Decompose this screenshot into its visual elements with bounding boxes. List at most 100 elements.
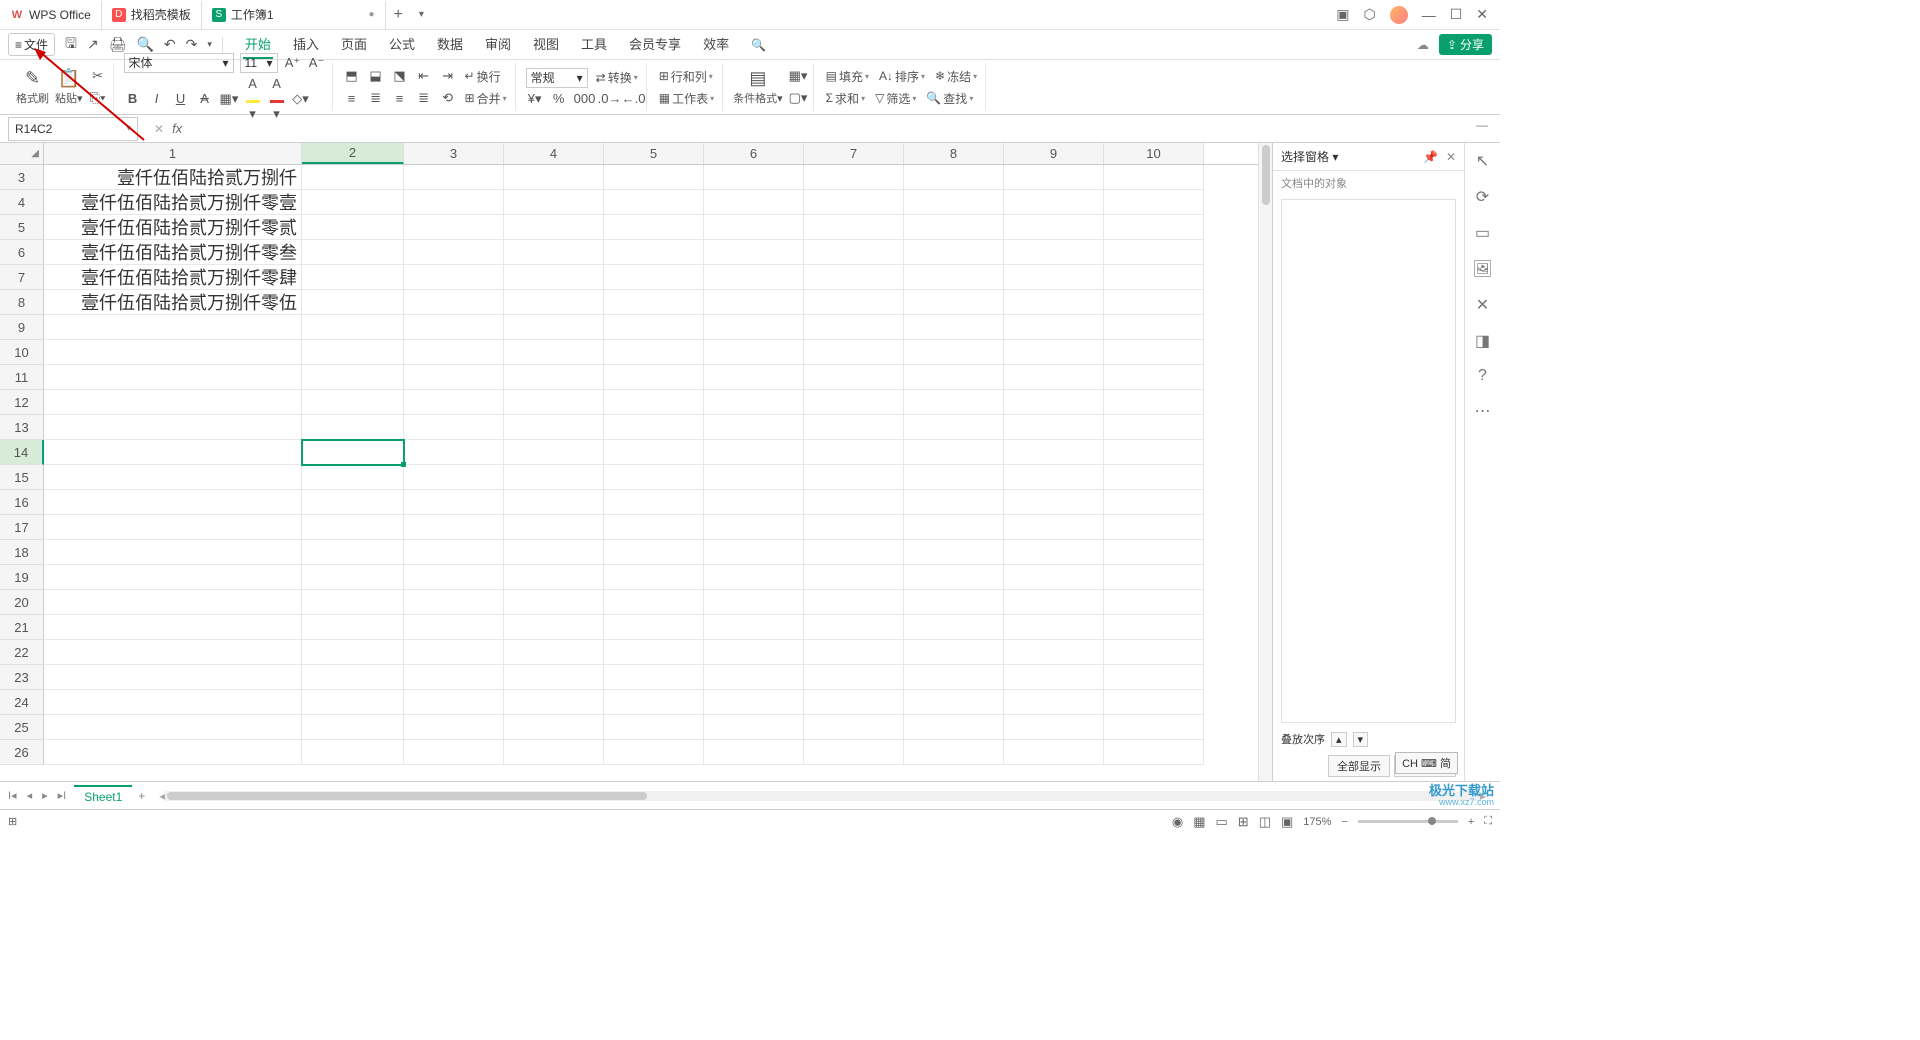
- cell[interactable]: [804, 340, 904, 365]
- maximize-button[interactable]: ☐: [1450, 6, 1463, 23]
- cell[interactable]: [704, 515, 804, 540]
- cell[interactable]: [604, 740, 704, 765]
- view1-icon[interactable]: ▦: [1193, 814, 1205, 830]
- cell[interactable]: [1004, 590, 1104, 615]
- view3-icon[interactable]: ⊞: [1238, 814, 1249, 830]
- cell[interactable]: [404, 340, 504, 365]
- cell[interactable]: [404, 265, 504, 290]
- cell[interactable]: [302, 665, 404, 690]
- sort-button[interactable]: A↓排序▾: [877, 67, 927, 86]
- row-header[interactable]: 4: [0, 190, 44, 215]
- align-middle-icon[interactable]: ⬓: [367, 68, 385, 84]
- col-header[interactable]: 5: [604, 143, 704, 164]
- cell[interactable]: [904, 190, 1004, 215]
- horizontal-scrollbar[interactable]: ◂▸: [159, 789, 1486, 803]
- decrease-font-icon[interactable]: A⁻: [308, 55, 326, 71]
- cell[interactable]: [1004, 465, 1104, 490]
- cell[interactable]: [1004, 265, 1104, 290]
- cell[interactable]: [504, 240, 604, 265]
- cell[interactable]: [44, 365, 302, 390]
- paste-button[interactable]: 📋粘贴▾: [55, 68, 83, 106]
- cell[interactable]: [804, 290, 904, 315]
- cell[interactable]: [44, 715, 302, 740]
- cell[interactable]: [504, 290, 604, 315]
- cell[interactable]: [604, 340, 704, 365]
- cell[interactable]: [302, 615, 404, 640]
- cell[interactable]: [1104, 365, 1204, 390]
- cell[interactable]: 壹仟伍佰陆拾贰万捌仟零伍: [44, 290, 302, 315]
- cell[interactable]: [404, 690, 504, 715]
- underline-icon[interactable]: U: [172, 91, 190, 106]
- cell[interactable]: [904, 215, 1004, 240]
- cell[interactable]: [1004, 565, 1104, 590]
- next-sheet-icon[interactable]: ▸: [40, 789, 50, 802]
- cell[interactable]: [404, 540, 504, 565]
- cell[interactable]: [604, 365, 704, 390]
- cell[interactable]: [302, 465, 404, 490]
- fullscreen-icon[interactable]: ⛶: [1484, 815, 1492, 828]
- cell[interactable]: [404, 490, 504, 515]
- cell[interactable]: 壹仟伍佰陆拾贰万捌仟: [44, 165, 302, 190]
- tools-rail-icon[interactable]: ✕: [1476, 295, 1489, 315]
- strike-icon[interactable]: A: [196, 91, 214, 106]
- cell[interactable]: [1004, 665, 1104, 690]
- collapse-panel-icon[interactable]: —: [1476, 118, 1496, 132]
- cell[interactable]: [704, 540, 804, 565]
- cell[interactable]: [44, 315, 302, 340]
- col-header[interactable]: 9: [1004, 143, 1104, 164]
- cell-style-icon[interactable]: ▢▾: [789, 90, 807, 106]
- cell[interactable]: [904, 665, 1004, 690]
- pin-icon[interactable]: 📌: [1423, 150, 1438, 164]
- cell[interactable]: [704, 265, 804, 290]
- fill-color-icon[interactable]: A▾: [244, 76, 262, 122]
- cell[interactable]: [404, 415, 504, 440]
- close-panel-icon[interactable]: ✕: [1446, 150, 1456, 164]
- cell[interactable]: [604, 490, 704, 515]
- cell[interactable]: [504, 465, 604, 490]
- cell[interactable]: [1004, 165, 1104, 190]
- border-icon[interactable]: ▦▾: [220, 91, 238, 107]
- cell[interactable]: [804, 415, 904, 440]
- cell[interactable]: [1104, 215, 1204, 240]
- move-up-button[interactable]: ▴: [1331, 732, 1347, 747]
- cell[interactable]: [404, 240, 504, 265]
- cell[interactable]: [1104, 390, 1204, 415]
- screen-rail-icon[interactable]: ▭: [1475, 223, 1490, 243]
- cell[interactable]: [1104, 715, 1204, 740]
- cell[interactable]: [1004, 690, 1104, 715]
- row-header[interactable]: 13: [0, 415, 44, 440]
- cell[interactable]: [1104, 165, 1204, 190]
- cell[interactable]: [504, 740, 604, 765]
- comma-icon[interactable]: 000: [574, 91, 592, 106]
- cell[interactable]: [404, 165, 504, 190]
- cell[interactable]: [804, 640, 904, 665]
- cell[interactable]: [1104, 590, 1204, 615]
- cell[interactable]: [404, 190, 504, 215]
- cell[interactable]: [804, 490, 904, 515]
- col-header[interactable]: 8: [904, 143, 1004, 164]
- cell[interactable]: [44, 540, 302, 565]
- cell[interactable]: [804, 215, 904, 240]
- cell[interactable]: [804, 190, 904, 215]
- cell[interactable]: [804, 515, 904, 540]
- cell[interactable]: [404, 215, 504, 240]
- cell[interactable]: [302, 315, 404, 340]
- cell[interactable]: [504, 440, 604, 465]
- view2-icon[interactable]: ▭: [1215, 814, 1227, 830]
- cell[interactable]: [302, 440, 404, 465]
- row-header[interactable]: 6: [0, 240, 44, 265]
- cell[interactable]: [904, 365, 1004, 390]
- cell[interactable]: [804, 315, 904, 340]
- cell[interactable]: [302, 165, 404, 190]
- cell[interactable]: [1104, 315, 1204, 340]
- col-header[interactable]: 2: [302, 143, 404, 164]
- cell[interactable]: [604, 165, 704, 190]
- cell[interactable]: [1004, 290, 1104, 315]
- tab-workbook[interactable]: S工作簿1●: [202, 1, 386, 29]
- cell[interactable]: [604, 415, 704, 440]
- cell[interactable]: [404, 290, 504, 315]
- cell[interactable]: [44, 390, 302, 415]
- cell[interactable]: [804, 540, 904, 565]
- cell[interactable]: [604, 590, 704, 615]
- cell[interactable]: [302, 215, 404, 240]
